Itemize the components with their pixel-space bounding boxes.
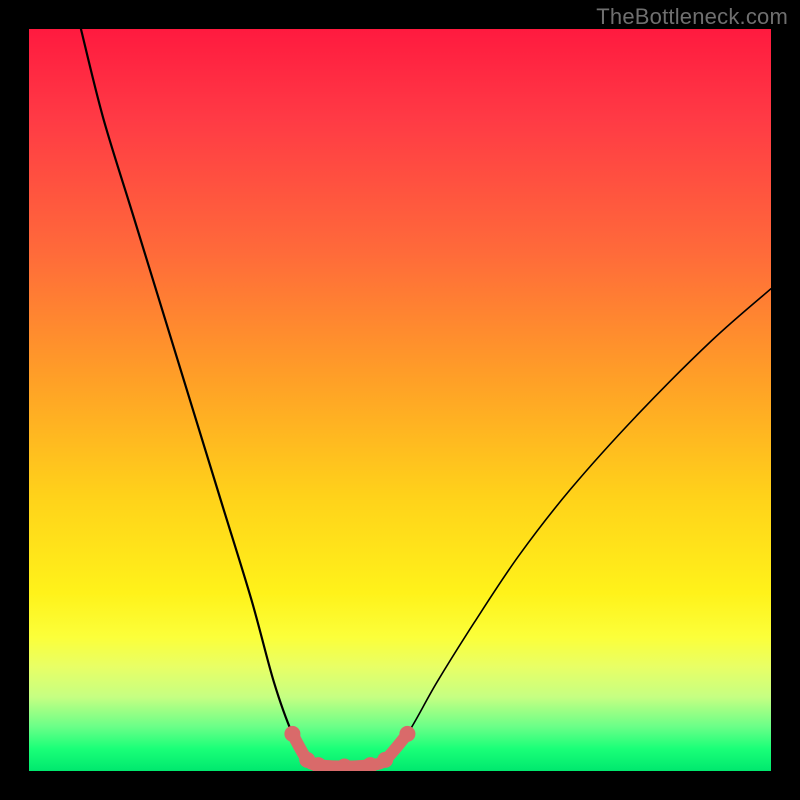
chart-frame: TheBottleneck.com — [0, 0, 800, 800]
curve-layer — [29, 29, 771, 771]
watermark-text: TheBottleneck.com — [596, 4, 788, 30]
gradient-plot-area — [29, 29, 771, 771]
bottleneck-right-curve — [370, 289, 771, 765]
valley-highlight-dot — [377, 752, 393, 768]
valley-highlight-dot — [336, 759, 352, 771]
valley-highlight-dot — [284, 726, 300, 742]
bottleneck-left-curve — [81, 29, 318, 765]
valley-highlight-dot — [399, 726, 415, 742]
